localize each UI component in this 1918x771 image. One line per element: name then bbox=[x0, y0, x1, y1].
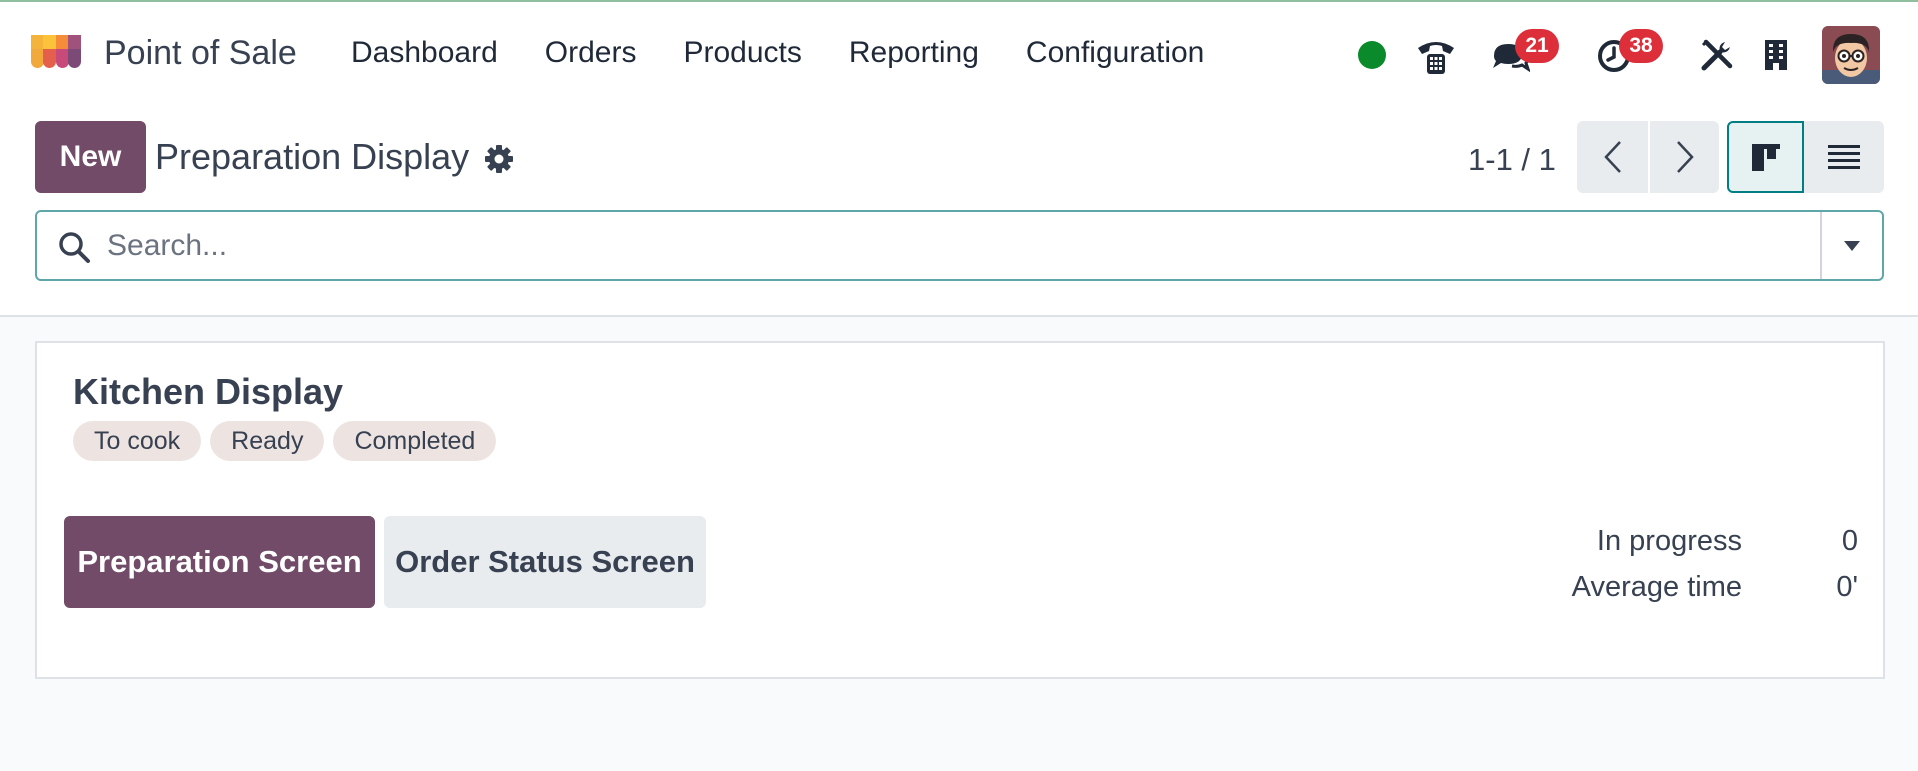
menu-configuration[interactable]: Configuration bbox=[1026, 36, 1204, 70]
pager-value[interactable]: 1-1 / 1 bbox=[1468, 142, 1556, 178]
user-avatar[interactable] bbox=[1822, 26, 1880, 84]
company-building-icon[interactable] bbox=[1762, 38, 1790, 72]
in-progress-label: In progress bbox=[1596, 525, 1742, 557]
main-navbar: Point of Sale Dashboard Orders Products … bbox=[0, 2, 1918, 106]
pager-buttons bbox=[1577, 121, 1719, 193]
tag-completed: Completed bbox=[333, 421, 497, 461]
search-bar bbox=[35, 210, 1884, 281]
menu-products[interactable]: Products bbox=[683, 36, 801, 70]
list-view-icon bbox=[1828, 145, 1860, 169]
presence-status-icon[interactable] bbox=[1358, 41, 1386, 69]
search-icon bbox=[59, 232, 90, 263]
search-options-toggle[interactable] bbox=[1820, 212, 1882, 279]
in-progress-value: 0 bbox=[1841, 525, 1858, 557]
new-button[interactable]: New bbox=[35, 121, 146, 193]
order-status-screen-button[interactable]: Order Status Screen bbox=[384, 516, 706, 608]
tag-ready: Ready bbox=[210, 421, 325, 461]
main-menu: Dashboard Orders Products Reporting Conf… bbox=[351, 36, 1204, 70]
page-title: Preparation Display bbox=[155, 136, 470, 177]
caret-down-icon bbox=[1844, 240, 1860, 251]
point-of-sale-logo-icon bbox=[31, 35, 81, 68]
preparation-display-card[interactable]: Kitchen Display To cook Ready Completed … bbox=[35, 341, 1885, 679]
chevron-right-icon bbox=[1676, 141, 1694, 173]
control-panel: New Preparation Display 1-1 / 1 bbox=[0, 106, 1918, 317]
search-input[interactable] bbox=[107, 218, 1847, 273]
tools-icon[interactable] bbox=[1700, 38, 1734, 72]
menu-reporting[interactable]: Reporting bbox=[849, 36, 979, 70]
average-time-label: Average time bbox=[1571, 571, 1742, 603]
kanban-view-button[interactable] bbox=[1727, 121, 1804, 193]
gear-icon[interactable] bbox=[484, 144, 514, 174]
chevron-left-icon bbox=[1603, 141, 1621, 173]
card-title: Kitchen Display bbox=[73, 371, 344, 412]
app-name: Point of Sale bbox=[104, 33, 297, 72]
messages-count-badge: 21 bbox=[1515, 29, 1559, 63]
pager-previous-button[interactable] bbox=[1577, 121, 1648, 193]
list-view-button[interactable] bbox=[1804, 121, 1884, 193]
preparation-screen-button[interactable]: Preparation Screen bbox=[64, 516, 375, 608]
menu-dashboard[interactable]: Dashboard bbox=[351, 36, 498, 70]
activities-count-badge: 38 bbox=[1619, 29, 1663, 63]
brand[interactable]: Point of Sale bbox=[28, 32, 297, 74]
stage-tags: To cook Ready Completed bbox=[73, 421, 497, 461]
tag-to-cook: To cook bbox=[73, 421, 202, 461]
kanban-view-icon bbox=[1751, 144, 1780, 171]
menu-orders[interactable]: Orders bbox=[545, 36, 637, 70]
pager-next-button[interactable] bbox=[1648, 121, 1719, 193]
phone-icon[interactable] bbox=[1414, 34, 1458, 76]
average-time-value: 0' bbox=[1836, 571, 1858, 603]
